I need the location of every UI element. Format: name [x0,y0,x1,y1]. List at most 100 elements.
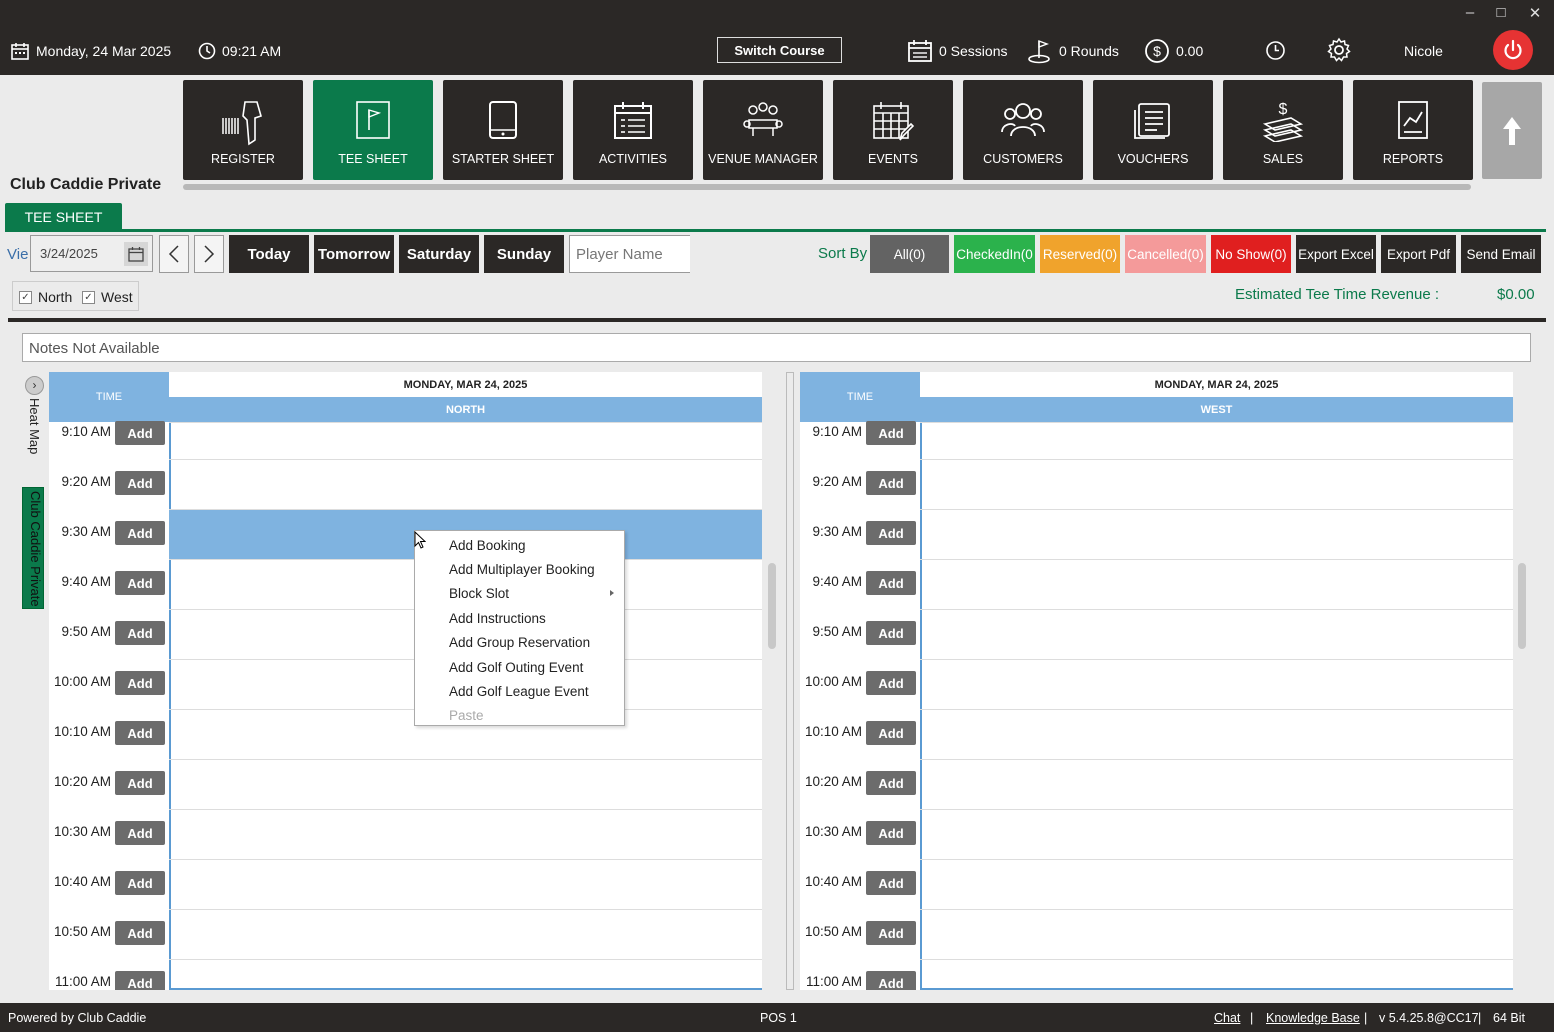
tee-slot[interactable] [920,959,1513,990]
tee-slot[interactable] [920,559,1513,609]
add-booking-button[interactable]: Add [866,721,916,745]
tomorrow-button[interactable]: Tomorrow [314,235,394,273]
tee-slot[interactable] [169,759,762,809]
add-booking-button[interactable]: Add [866,621,916,645]
add-booking-button[interactable]: Add [115,821,165,845]
club-side-tab[interactable]: Club Caddie Private [22,487,44,609]
tee-slot[interactable] [169,809,762,859]
add-booking-button[interactable]: Add [866,421,916,445]
west-checkbox[interactable]: ✓ West [82,289,133,305]
balance-indicator[interactable]: $ 0.00 [1144,38,1203,64]
tee-slot[interactable] [920,509,1513,559]
add-booking-button[interactable]: Add [866,971,916,990]
sessions-indicator[interactable]: 0 Sessions [907,38,1007,64]
tee-slot[interactable] [920,609,1513,659]
tee-slot[interactable] [920,859,1513,909]
tee-slot[interactable] [169,959,762,990]
add-booking-button[interactable]: Add [115,871,165,895]
module-reports[interactable]: REPORTS [1353,80,1473,180]
add-booking-button[interactable]: Add [115,921,165,945]
module-activities[interactable]: ACTIVITIES [573,80,693,180]
close-button[interactable]: ✕ [1525,4,1545,22]
tee-slot[interactable] [920,759,1513,809]
tee-slot[interactable] [920,659,1513,709]
add-booking-button[interactable]: Add [115,621,165,645]
add-booking-button[interactable]: Add [866,921,916,945]
rounds-indicator[interactable]: 0 Rounds [1027,38,1119,64]
user-name[interactable]: Nicole [1404,38,1443,64]
tee-slot[interactable] [920,459,1513,509]
date-picker-button[interactable] [124,242,148,266]
module-venue-manager[interactable]: VENUE MANAGER [703,80,823,180]
filter-all-button[interactable]: All(0) [870,235,949,273]
module-starter-sheet[interactable]: STARTER SHEET [443,80,563,180]
gear-icon[interactable] [1326,37,1352,63]
context-menu-item[interactable]: Add Group Reservation [415,631,624,655]
add-booking-button[interactable]: Add [866,771,916,795]
add-booking-button[interactable]: Add [866,471,916,495]
maximize-button[interactable]: □ [1491,4,1511,21]
saturday-button[interactable]: Saturday [399,235,479,273]
add-booking-button[interactable]: Add [115,571,165,595]
module-vouchers[interactable]: VOUCHERS [1093,80,1213,180]
filter-checkedin-button[interactable]: CheckedIn(0 [954,235,1035,273]
tee-slot[interactable] [920,909,1513,959]
notes-box[interactable]: Notes Not Available [22,333,1531,362]
context-menu-item[interactable]: Add Booking [415,533,624,557]
module-register[interactable]: REGISTER [183,80,303,180]
switch-course-button[interactable]: Switch Course [717,37,842,63]
tee-slot[interactable] [169,459,762,509]
export-pdf-button[interactable]: Export Pdf [1381,235,1456,273]
module-sales[interactable]: $ SALES [1223,80,1343,180]
module-customers[interactable]: CUSTOMERS [963,80,1083,180]
context-menu-item[interactable]: Add Instructions [415,606,624,630]
tee-slot[interactable] [169,859,762,909]
sunday-button[interactable]: Sunday [484,235,564,273]
tab-tee-sheet[interactable]: TEE SHEET [5,203,122,230]
context-menu-item[interactable]: Add Golf Outing Event [415,655,624,679]
north-scrollbar[interactable] [768,563,776,649]
tee-slot[interactable] [920,709,1513,759]
heat-map-tab[interactable]: Heat Map [24,398,42,460]
minimize-button[interactable]: ‒ [1460,4,1480,21]
knowledge-base-link[interactable]: Knowledge Base [1266,1011,1360,1025]
context-menu-item[interactable]: Block Slot [415,582,624,606]
filter-cancelled-button[interactable]: Cancelled(0) [1125,235,1206,273]
tee-slot[interactable] [920,422,1513,453]
add-booking-button[interactable]: Add [866,871,916,895]
history-clock-icon[interactable] [1265,40,1286,61]
add-booking-button[interactable]: Add [115,521,165,545]
expand-side-panel-button[interactable]: › [25,376,44,395]
next-day-button[interactable] [194,235,224,273]
west-scrollbar[interactable] [1518,563,1526,649]
modules-scrollbar[interactable] [183,184,1471,190]
add-booking-button[interactable]: Add [866,671,916,695]
north-checkbox[interactable]: ✓ North [19,289,72,305]
add-booking-button[interactable]: Add [866,571,916,595]
context-menu-item[interactable]: Add Golf League Event [415,679,624,703]
context-menu-item[interactable]: Add Multiplayer Booking [415,557,624,581]
send-email-button[interactable]: Send Email [1461,235,1541,273]
tee-slot[interactable] [169,909,762,959]
add-booking-button[interactable]: Add [115,971,165,990]
module-tee-sheet[interactable]: TEE SHEET [313,80,433,180]
player-name-input[interactable]: Player Name [569,235,690,273]
add-booking-button[interactable]: Add [866,521,916,545]
export-excel-button[interactable]: Export Excel [1296,235,1376,273]
add-booking-button[interactable]: Add [115,771,165,795]
date-picker[interactable]: 3/24/2025 [30,235,153,272]
tee-slot[interactable] [920,809,1513,859]
add-booking-button[interactable]: Add [115,721,165,745]
filter-noshow-button[interactable]: No Show(0) [1211,235,1291,273]
tee-slot[interactable] [169,422,762,453]
add-booking-button[interactable]: Add [115,471,165,495]
add-booking-button[interactable]: Add [115,671,165,695]
add-booking-button[interactable]: Add [866,821,916,845]
collapse-modules-button[interactable] [1482,82,1542,179]
chat-link[interactable]: Chat [1214,1011,1240,1025]
logout-button[interactable] [1493,30,1533,70]
filter-reserved-button[interactable]: Reserved(0) [1040,235,1120,273]
prev-day-button[interactable] [159,235,189,273]
add-booking-button[interactable]: Add [115,421,165,445]
today-button[interactable]: Today [229,235,309,273]
